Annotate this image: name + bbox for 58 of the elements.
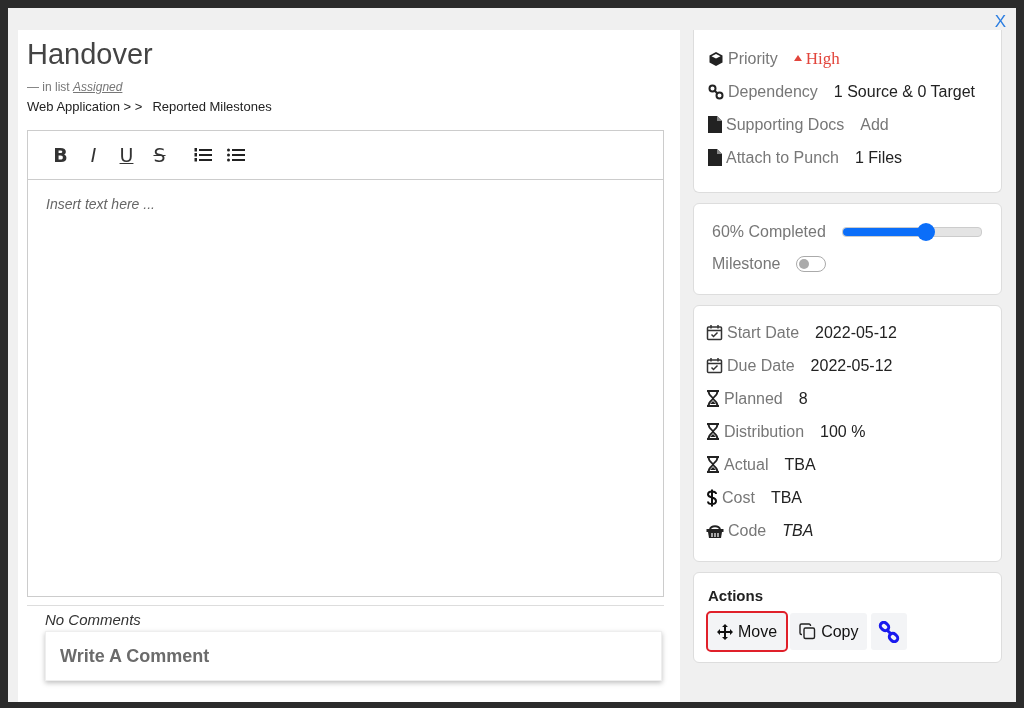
list-info: — in list Assigned: [27, 80, 124, 94]
link-icon: [878, 620, 901, 643]
bold-button[interactable]: B: [44, 140, 77, 170]
field-value: 2022-05-12: [810, 356, 893, 375]
field-label: Cost: [722, 488, 755, 507]
field-label: Distribution: [724, 422, 805, 441]
field-label: Due Date: [727, 356, 795, 375]
milestone-toggle[interactable]: [796, 256, 827, 272]
document-icon: [708, 149, 722, 166]
calendar-icon: [706, 324, 723, 341]
document-icon: [708, 116, 722, 133]
breadcrumb-item[interactable]: Web Application > >: [27, 99, 143, 114]
numbered-list-icon: [193, 147, 212, 163]
text-area[interactable]: Insert text here ...: [27, 180, 664, 597]
field-label: Code: [728, 521, 767, 540]
field-label: Actual: [724, 455, 769, 474]
task-title: Handover: [27, 37, 154, 72]
strike-button[interactable]: S: [143, 140, 176, 170]
link-icon: [708, 83, 724, 100]
field-value: TBA: [784, 455, 816, 474]
comments-status: No Comments: [45, 611, 142, 628]
cube-icon: [708, 50, 724, 67]
progress-label: 60% Completed: [712, 223, 826, 241]
dollar-icon: [706, 488, 718, 507]
copy-icon: [799, 623, 817, 640]
priority-value: High: [793, 48, 840, 69]
field-value: 2022-05-12: [815, 323, 897, 342]
breadcrumb-item[interactable]: Reported Milestones: [152, 99, 272, 114]
field-value: TBA: [782, 521, 814, 540]
basket-icon: [706, 522, 724, 539]
field-label: Start Date: [727, 323, 800, 342]
hourglass-icon: [706, 456, 720, 473]
field-value: TBA: [770, 488, 803, 507]
milestone-label: Milestone: [712, 255, 781, 273]
move-button[interactable]: Move: [708, 613, 787, 650]
hourglass-icon: [706, 423, 720, 440]
field-value: 1 Source & 0 Target: [833, 82, 975, 101]
field-label: Supporting Docs: [726, 115, 845, 134]
hourglass-icon: [706, 390, 720, 407]
comment-field[interactable]: Write A Comment: [45, 631, 662, 681]
link-button[interactable]: [871, 613, 908, 650]
field-value: 8: [798, 389, 808, 408]
field-label: Planned: [724, 389, 783, 408]
field-value: 100 %: [820, 422, 866, 441]
calendar-icon: [706, 357, 723, 374]
list-link[interactable]: Assigned: [73, 80, 123, 94]
bullet-list-icon: [226, 147, 245, 163]
field-value: 1 Files: [854, 148, 903, 167]
copy-button[interactable]: Copy: [790, 613, 868, 650]
field-label: Attach to Punch: [726, 148, 839, 167]
move-icon: [717, 623, 733, 640]
field-label: Priority: [728, 49, 778, 68]
actions-heading: Actions: [708, 587, 764, 604]
field-label: Dependency: [728, 82, 818, 101]
underline-button[interactable]: U: [110, 140, 143, 170]
close-button[interactable]: X: [992, 10, 1008, 34]
add-link[interactable]: Add: [860, 115, 889, 134]
italic-button[interactable]: I: [77, 140, 110, 170]
